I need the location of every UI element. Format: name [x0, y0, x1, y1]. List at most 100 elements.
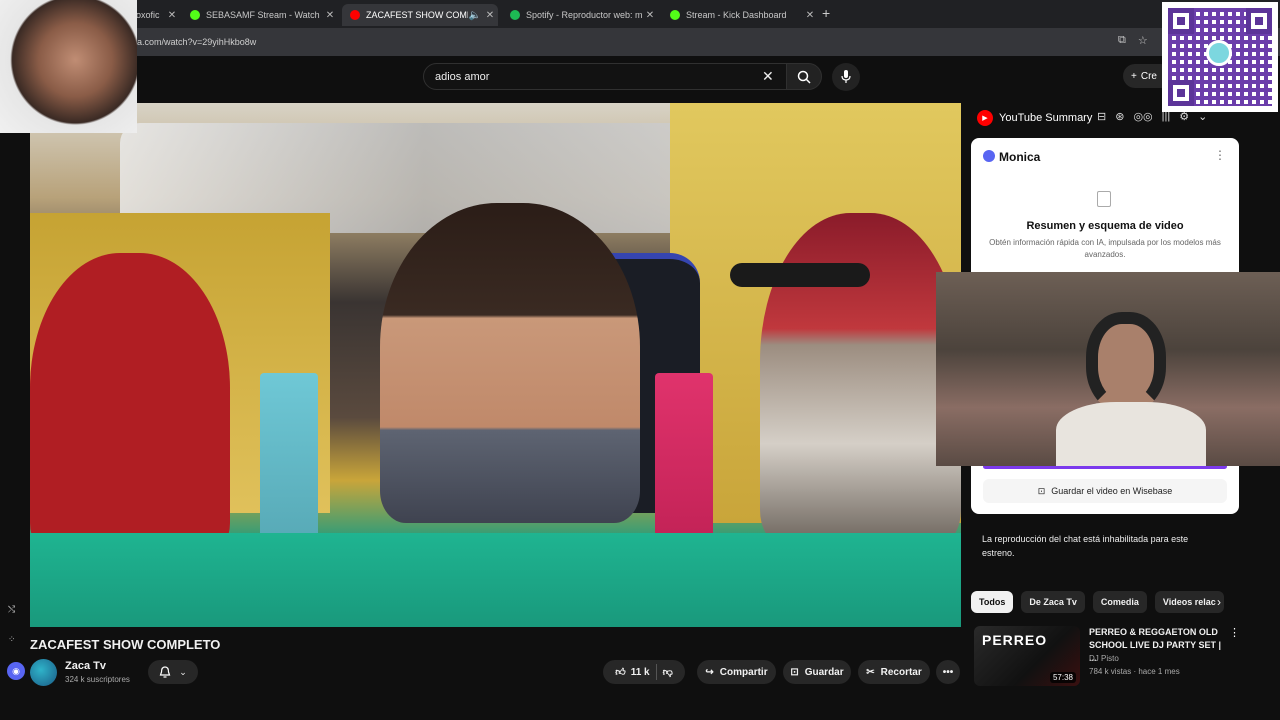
- person-center: [380, 203, 640, 523]
- qr-code: [1162, 2, 1278, 112]
- tab-kick-dashboard[interactable]: Stream - Kick Dashboard ✕: [662, 4, 818, 26]
- more-actions-button[interactable]: •••: [936, 660, 960, 684]
- wisebase-save-button[interactable]: ⊡ Guardar el video en Wisebase: [983, 479, 1227, 503]
- tumbler-pink: [655, 373, 713, 543]
- openai-icon[interactable]: ⊛: [1115, 110, 1124, 123]
- sidebar-icon[interactable]: ⤭: [8, 604, 15, 615]
- streamer-head: [1086, 312, 1166, 412]
- recommendation-meta: 784 k vistas · hace 1 mes: [1089, 667, 1180, 676]
- notification-bell-button[interactable]: ⌄: [148, 660, 198, 684]
- tab-zacafest[interactable]: ZACAFEST SHOW COMPLETO 🔈 ✕: [342, 4, 498, 26]
- tab-spotify[interactable]: Spotify - Reproductor web: música ✕: [502, 4, 658, 26]
- like-count: 11 k: [630, 666, 650, 678]
- microphone-icon: [841, 70, 851, 83]
- video-player[interactable]: [30, 103, 961, 627]
- scissors-icon: ✂: [866, 666, 875, 678]
- tab-title: ZACAFEST SHOW COMPLETO: [366, 10, 468, 20]
- divider: [655, 664, 657, 680]
- search-button[interactable]: [786, 63, 822, 90]
- chat-disabled-message: La reproducción del chat está inhabilita…: [982, 534, 1189, 558]
- tumbler-blue: [260, 373, 318, 543]
- bookmark-star-icon[interactable]: ☆: [1138, 34, 1148, 47]
- close-icon[interactable]: ✕: [482, 10, 498, 21]
- qr-finder: [1168, 80, 1194, 106]
- dislike-button[interactable]: 👎︎: [663, 666, 673, 678]
- chip-related[interactable]: Videos relac: [1154, 591, 1224, 613]
- search-icon: [797, 70, 811, 84]
- subscriber-count: 324 k suscriptores: [65, 675, 130, 684]
- url-text[interactable]: a.com/watch?v=29yihHkbo8w: [137, 37, 256, 47]
- clip-label: Recortar: [880, 666, 922, 678]
- close-icon[interactable]: ✕: [322, 10, 338, 21]
- save-button[interactable]: ⊡ Guardar: [783, 660, 851, 684]
- close-icon[interactable]: ✕: [642, 10, 658, 21]
- screen: oxofic ✕ SEBASAMF Stream - Watch Live ✕ …: [0, 0, 1280, 720]
- youtube-icon: [350, 10, 360, 20]
- address-bar-actions: ⧉ ☆: [1118, 34, 1148, 47]
- monica-icon[interactable]: ◉: [7, 662, 25, 680]
- microphone: [730, 263, 870, 287]
- channel-avatar[interactable]: [30, 659, 57, 686]
- recommendation-thumbnail[interactable]: PERREO 57:38: [974, 626, 1080, 686]
- tab-title: Spotify - Reproductor web: música: [526, 10, 642, 20]
- channel-name[interactable]: Zaca Tv: [65, 660, 106, 672]
- more-vertical-icon[interactable]: ⋮: [1229, 626, 1240, 639]
- close-icon[interactable]: ✕: [802, 10, 818, 21]
- tab-sebasamf[interactable]: SEBASAMF Stream - Watch Live ✕: [182, 4, 338, 26]
- bell-icon: [159, 665, 171, 678]
- address-bar[interactable]: a.com/watch?v=29yihHkbo8w ⧉ ☆: [0, 28, 1280, 56]
- document-icon: [1097, 191, 1111, 207]
- create-label: Cre: [1140, 70, 1157, 82]
- bookmark-icon: ⊡: [1037, 485, 1046, 496]
- person-left: [30, 253, 230, 553]
- chip-comedy[interactable]: Comedia: [1092, 591, 1147, 613]
- search-input[interactable]: adios amor: [435, 71, 489, 83]
- share-icon: ↪: [705, 666, 714, 678]
- install-app-icon[interactable]: ⧉: [1118, 34, 1126, 47]
- search-box[interactable]: adios amor ✕: [423, 63, 787, 90]
- more-vertical-icon[interactable]: ⋮: [1214, 148, 1226, 162]
- webcam-overlay-top: [0, 0, 137, 133]
- bookmark-icon: ⊡: [790, 666, 799, 678]
- plus-icon: +: [1131, 70, 1137, 82]
- clear-search-icon[interactable]: ✕: [762, 68, 774, 85]
- glasses-icon[interactable]: ◎◎: [1133, 110, 1152, 123]
- filter-chips: Todos De Zaca Tv Comedia Videos relac: [971, 591, 1224, 613]
- qr-logo: [1206, 40, 1232, 66]
- tab-title: SEBASAMF Stream - Watch Live: [206, 10, 322, 20]
- kick-icon: [190, 10, 200, 20]
- speaker-icon[interactable]: 🔈: [468, 10, 482, 21]
- chip-all[interactable]: Todos: [971, 591, 1014, 613]
- video-duration: 57:38: [1049, 672, 1076, 683]
- tab-title: Stream - Kick Dashboard: [686, 10, 787, 20]
- voice-search-button[interactable]: [832, 63, 860, 91]
- spotify-icon: [510, 10, 520, 20]
- video-title: ZACAFEST SHOW COMPLETO: [30, 637, 221, 652]
- save-label: Guardar: [804, 666, 844, 678]
- webcam-overlay-streamer: [936, 272, 1280, 466]
- qr-finder: [1168, 8, 1194, 34]
- like-dislike-group: 👍︎ 11 k 👎︎: [603, 660, 685, 684]
- chevron-down-icon: ⌄: [179, 666, 187, 677]
- browser-tab-bar: oxofic ✕ SEBASAMF Stream - Watch Live ✕ …: [0, 0, 1280, 28]
- close-icon[interactable]: ✕: [164, 10, 180, 21]
- chip-from-channel[interactable]: De Zaca Tv: [1021, 591, 1085, 613]
- kick-icon: [670, 10, 680, 20]
- extension-name: YouTube Summary: [999, 112, 1093, 124]
- like-button[interactable]: 👍︎ 11 k: [615, 666, 650, 679]
- share-button[interactable]: ↪ Compartir: [697, 660, 776, 684]
- clip-button[interactable]: ✂ Recortar: [858, 660, 930, 684]
- apps-icon[interactable]: ⁘: [8, 634, 16, 645]
- qr-pattern: [1168, 8, 1272, 106]
- recommendation-channel[interactable]: DJ Pisto: [1089, 654, 1119, 663]
- qr-finder: [1246, 8, 1272, 34]
- chevron-right-icon[interactable]: ›: [1217, 595, 1221, 609]
- thumbs-down-icon: 👎︎: [662, 667, 673, 678]
- robot-icon[interactable]: ⊟: [1097, 110, 1106, 123]
- more-horizontal-icon: •••: [942, 666, 954, 678]
- desk: [30, 533, 961, 627]
- tab-title: oxofic: [136, 10, 160, 20]
- monica-title: Monica: [999, 150, 1041, 164]
- summary-title[interactable]: Resumen y esquema de video: [971, 220, 1239, 232]
- new-tab-icon[interactable]: +: [822, 5, 830, 21]
